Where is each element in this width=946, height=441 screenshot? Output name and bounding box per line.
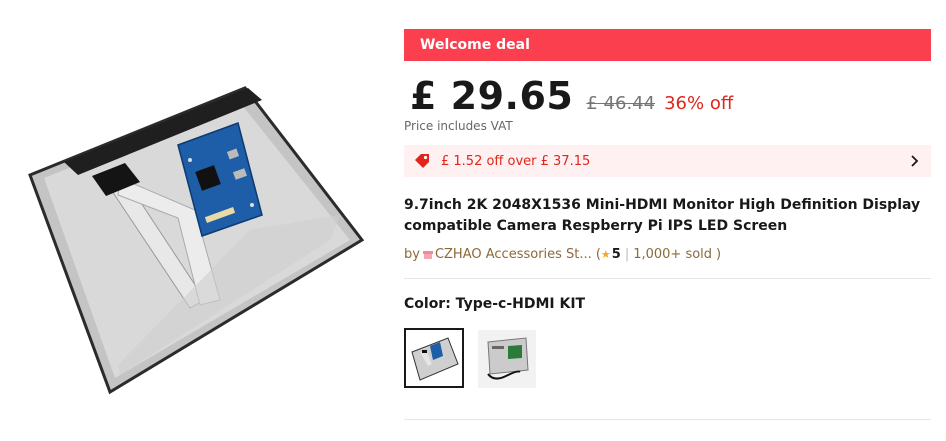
lcd-panel-image: [28, 86, 365, 395]
chevron-right-icon[interactable]: [907, 154, 921, 168]
discount-percent: 36% off: [664, 93, 734, 114]
current-price: £ 29.65: [410, 74, 574, 118]
star-icon: ★: [600, 248, 611, 261]
store-prefix: by: [404, 247, 420, 262]
store-row[interactable]: by CZHAO Accessories St... ( ★ 5 | 1,000…: [404, 247, 721, 262]
welcome-deal-banner: Welcome deal: [404, 29, 931, 61]
divider: [404, 419, 931, 420]
price-row: £ 29.65 £ 46.44 36% off: [404, 70, 733, 122]
coupon-bar[interactable]: £ 1.52 off over £ 37.15: [404, 145, 931, 177]
vat-note: Price includes VAT: [404, 119, 513, 133]
store-rating: 5: [611, 247, 621, 262]
color-option-type-c-hdmi-kit[interactable]: [404, 328, 464, 388]
rating-separator: |: [624, 247, 630, 262]
color-label: Color: Type-c-HDMI KIT: [404, 296, 586, 312]
product-main-image[interactable]: [0, 0, 380, 441]
sold-count: 1,000+ sold: [633, 247, 713, 262]
color-option-image: [487, 337, 529, 380]
store-name[interactable]: CZHAO Accessories St...: [435, 247, 592, 262]
product-title: 9.7inch 2K 2048X1536 Mini-HDMI Monitor H…: [404, 197, 921, 234]
divider: [404, 278, 931, 279]
coupon-text: £ 1.52 off over £ 37.15: [441, 153, 591, 169]
rating-close-paren: ): [716, 247, 722, 262]
color-option-hdmi-kit[interactable]: [478, 330, 536, 388]
original-price: £ 46.44: [586, 93, 656, 114]
store-icon: [422, 250, 433, 259]
coupon-tag-icon: [415, 154, 429, 168]
color-option-image: [411, 337, 459, 381]
